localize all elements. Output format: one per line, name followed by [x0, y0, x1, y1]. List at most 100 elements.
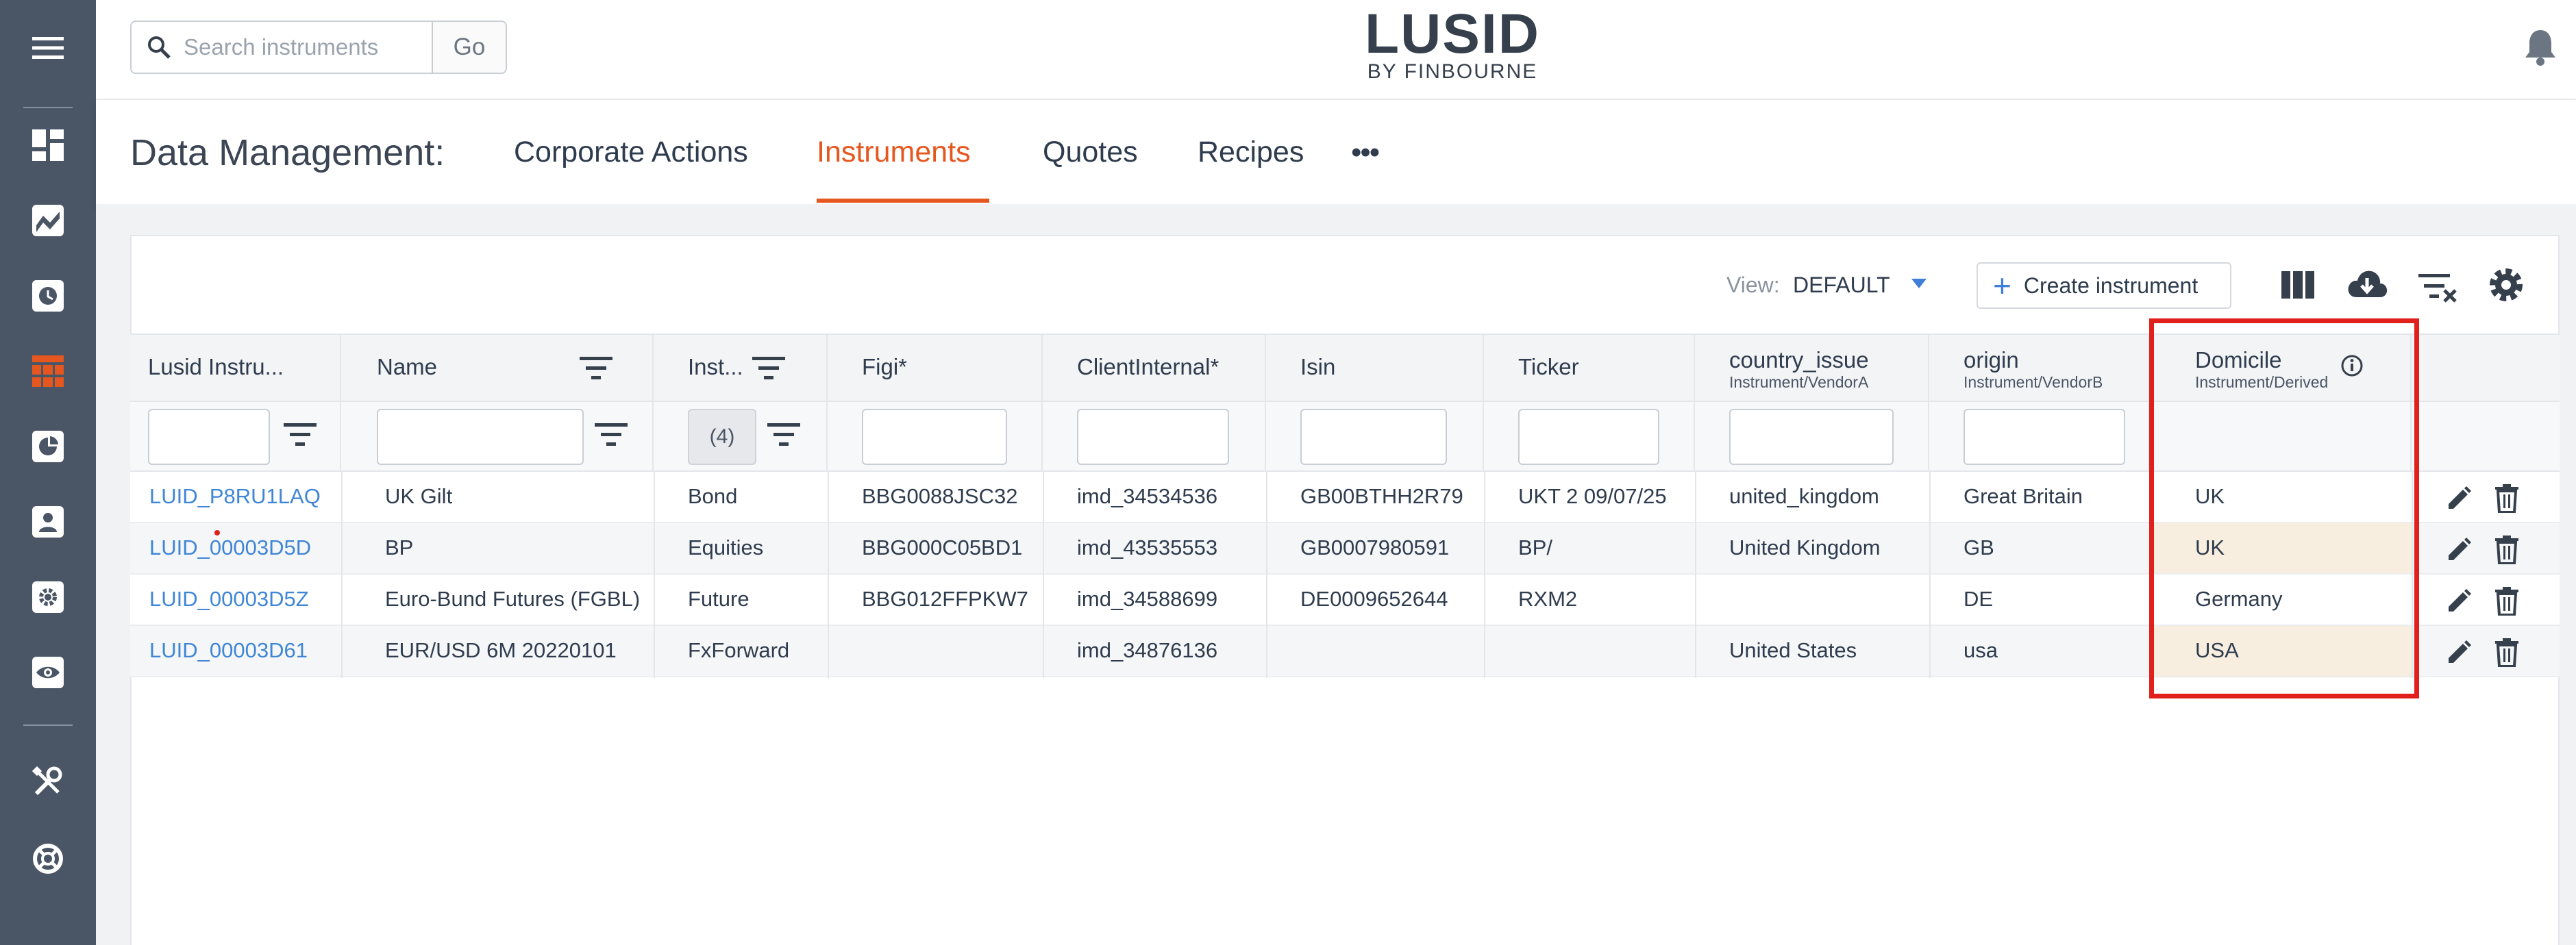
sidebar-divider — [23, 107, 73, 108]
columns-icon[interactable] — [2281, 271, 2314, 299]
column-header-name[interactable]: Name — [341, 333, 654, 402]
type-filter-count[interactable]: (4) — [688, 409, 756, 465]
column-label: Name — [377, 354, 438, 379]
clock-icon[interactable] — [0, 263, 96, 329]
search-input[interactable] — [184, 34, 403, 60]
filter-cell — [1929, 402, 2150, 472]
instrument-client-internal: imd_34876136 — [1077, 638, 1218, 662]
pie-chart-icon[interactable] — [0, 414, 96, 479]
filter-icon[interactable] — [284, 422, 317, 446]
column-header-instrument-type[interactable]: Inst... — [654, 333, 828, 402]
instrument-id-link[interactable]: LUID_00003D5D — [149, 536, 311, 560]
edit-icon[interactable] — [2446, 537, 2472, 563]
delete-icon[interactable] — [2495, 638, 2518, 667]
column-label: origin — [1964, 347, 2019, 373]
instrument-origin: GB — [1964, 536, 1994, 559]
instrument-ticker: RXM2 — [1518, 587, 1578, 611]
instrument-name: BP — [385, 536, 414, 559]
create-instrument-label: Create instrument — [2023, 273, 2199, 298]
chevron-down-icon[interactable] — [1910, 277, 1928, 290]
column-divider — [1695, 472, 1696, 678]
tab-recipes[interactable]: Recipes — [1198, 136, 1304, 169]
filter-cell — [130, 402, 341, 472]
search-box — [130, 21, 433, 74]
instrument-id-link[interactable]: LUID_00003D61 — [149, 638, 308, 663]
more-tabs-button[interactable]: ••• — [1351, 136, 1380, 170]
instrument-country-issue: United Kingdom — [1729, 536, 1881, 559]
instrument-origin: Great Britain — [1964, 484, 2083, 508]
dashboard-icon[interactable] — [0, 112, 96, 178]
view-select[interactable]: DEFAULT — [1793, 273, 1890, 298]
instrument-figi: BBG012FFPKW7 — [862, 587, 1028, 611]
column-divider — [828, 472, 829, 678]
filter-input[interactable] — [148, 409, 270, 465]
edit-icon[interactable] — [2446, 486, 2472, 512]
column-header-figi[interactable]: Figi* — [828, 333, 1043, 402]
menu-icon[interactable] — [0, 15, 96, 81]
tab-instruments[interactable]: Instruments — [817, 136, 971, 169]
cloud-download-icon[interactable] — [2346, 266, 2388, 300]
filter-input[interactable] — [1518, 409, 1659, 465]
go-button[interactable]: Go — [432, 21, 507, 74]
column-divider — [1929, 472, 1931, 678]
instrument-id-link[interactable]: LUID_P8RU1LAQ — [149, 484, 321, 509]
top-bar: Go LUSID BY FINBOURNE — [96, 0, 2576, 100]
edit-icon[interactable] — [2446, 640, 2472, 666]
tab-quotes[interactable]: Quotes — [1043, 136, 1138, 169]
column-header-isin[interactable]: Isin — [1266, 333, 1484, 402]
instrument-type: Equities — [688, 536, 764, 559]
instrument-isin: GB0007980591 — [1300, 536, 1450, 559]
delete-icon[interactable] — [2495, 484, 2518, 513]
column-label: country_issue — [1729, 347, 1869, 373]
support-icon[interactable] — [0, 826, 96, 892]
instrument-name: Euro-Bund Futures (FGBL) — [385, 587, 641, 611]
delete-icon[interactable] — [2495, 587, 2518, 616]
filter-icon[interactable] — [580, 355, 612, 380]
instrument-client-internal: imd_34588699 — [1077, 587, 1218, 611]
filter-input[interactable] — [862, 409, 1007, 465]
table-icon[interactable] — [0, 338, 96, 404]
domicile-highlight-box — [2149, 318, 2419, 698]
column-header-clientinternal[interactable]: ClientInternal* — [1043, 333, 1266, 402]
column-header-country-issue[interactable]: country_issue Instrument/VendorA — [1695, 333, 1929, 402]
chart-line-icon[interactable] — [0, 188, 96, 253]
filter-icon[interactable] — [595, 422, 628, 446]
instrument-type: Bond — [688, 484, 738, 508]
filter-icon[interactable] — [752, 355, 785, 380]
create-instrument-button[interactable]: + Create instrument — [1977, 262, 2231, 309]
filter-input[interactable] — [1964, 409, 2125, 465]
gear-icon[interactable] — [2487, 266, 2525, 304]
bell-icon[interactable] — [2523, 27, 2558, 66]
instrument-type: Future — [688, 587, 750, 611]
section-nav: Data Management: Corporate Actions Instr… — [96, 100, 2576, 204]
plus-icon: + — [1993, 268, 2011, 303]
column-divider — [341, 472, 343, 678]
instrument-name: EUR/USD 6M 20220101 — [385, 638, 617, 662]
filter-input[interactable] — [1729, 409, 1894, 465]
filter-cell — [1266, 402, 1484, 472]
instrument-id-link[interactable]: LUID_00003D5Z — [149, 587, 309, 612]
instrument-name: UK Gilt — [385, 484, 453, 508]
logo: LUSID BY FINBOURNE — [1357, 4, 1548, 84]
instrument-ticker: BP/ — [1518, 536, 1552, 559]
column-divider — [1043, 472, 1044, 678]
filter-input[interactable] — [377, 409, 584, 465]
eye-icon[interactable] — [0, 640, 96, 705]
column-sublabel: Instrument/VendorB — [1964, 373, 2103, 391]
delete-icon[interactable] — [2495, 536, 2518, 564]
settings-box-icon[interactable] — [0, 564, 96, 630]
tools-icon[interactable] — [0, 749, 96, 815]
column-header-origin[interactable]: origin Instrument/VendorB — [1929, 333, 2150, 402]
clear-filter-icon[interactable] — [2418, 273, 2457, 304]
filter-input[interactable] — [1300, 409, 1447, 465]
filter-cell — [1043, 402, 1266, 472]
filter-icon[interactable] — [767, 422, 800, 446]
person-icon[interactable] — [0, 489, 96, 555]
column-label: Ticker — [1518, 354, 1579, 379]
edit-icon[interactable] — [2446, 588, 2472, 614]
column-label: Figi* — [862, 354, 908, 379]
filter-input[interactable] — [1077, 409, 1229, 465]
tab-corporate-actions[interactable]: Corporate Actions — [514, 136, 748, 169]
column-header-lusid-instrument[interactable]: Lusid Instru... — [130, 333, 341, 402]
column-header-ticker[interactable]: Ticker — [1484, 333, 1695, 402]
